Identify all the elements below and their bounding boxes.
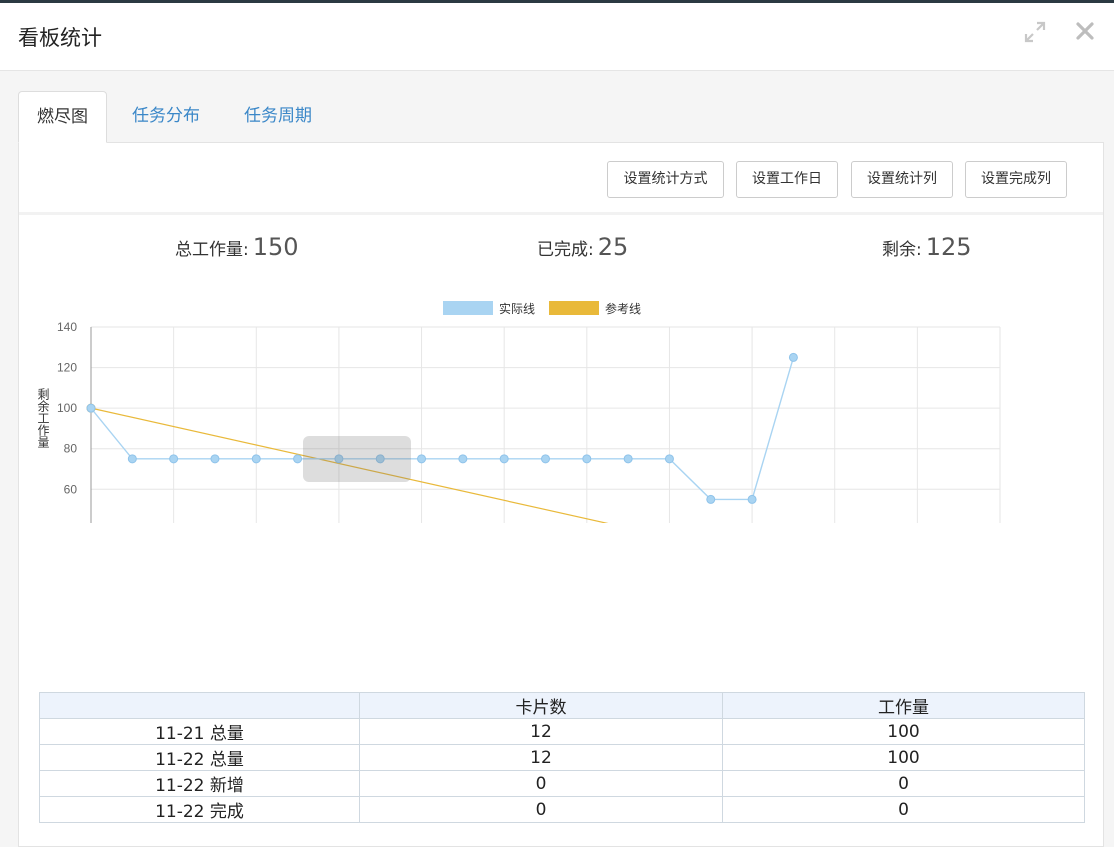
legend-swatch-actual xyxy=(443,301,493,315)
table-cell: 0 xyxy=(359,796,723,823)
table-header-cell xyxy=(39,692,360,719)
table-cell: 12 xyxy=(359,744,723,771)
y-tick-label: 60 xyxy=(64,482,78,496)
actual-point xyxy=(747,494,757,504)
burndown-chart: 02040608010012014002023-11-062023-11-082… xyxy=(36,301,1001,523)
table-cell: 0 xyxy=(359,770,723,797)
actual-point xyxy=(86,403,96,413)
actual-point xyxy=(664,454,674,464)
table-row: 11-21 总量 12 100 xyxy=(39,718,1085,745)
actual-line xyxy=(90,357,795,501)
table-cell: 11-22 总量 xyxy=(39,744,360,771)
tooltip-box xyxy=(303,436,411,482)
close-icon[interactable] xyxy=(1075,21,1095,41)
legend-label-reference: 参考线 xyxy=(605,301,641,316)
table-cell: 0 xyxy=(722,796,1085,823)
modal-title: 看板统计 xyxy=(18,26,102,50)
table-cell: 11-22 完成 xyxy=(39,796,360,823)
board-stats-modal: 看板统计 燃尽图 任务分布 任务周期 设置统计方式 设置工作日 设置统计列 设置… xyxy=(0,3,1114,847)
y-axis-title: 剩余工作量 xyxy=(36,387,50,447)
table-cell: 100 xyxy=(722,744,1085,771)
y-tick-label: 120 xyxy=(57,361,77,375)
expand-icon[interactable] xyxy=(1024,21,1046,43)
actual-point xyxy=(293,454,303,464)
summary-table: 卡片数 工作量 11-21 总量 12 100 11-22 总量 12 100 … xyxy=(39,692,1085,823)
actual-point xyxy=(169,454,179,464)
actual-point xyxy=(623,454,633,464)
table-row: 11-22 新增 0 0 xyxy=(39,770,1085,797)
legend-label-actual: 实际线 xyxy=(499,301,535,316)
burndown-panel: 设置统计方式 设置工作日 设置统计列 设置完成列 总工作量: 150 已完成: 25… xyxy=(18,142,1104,847)
table-row: 11-22 总量 12 100 xyxy=(39,744,1085,771)
table-cell: 100 xyxy=(722,718,1085,745)
table-cell: 12 xyxy=(359,718,723,745)
actual-point xyxy=(127,454,137,464)
y-tick-label: 140 xyxy=(57,320,77,334)
modal-header: 看板统计 xyxy=(0,3,1114,71)
tab-burndown[interactable]: 燃尽图 xyxy=(18,91,107,143)
actual-point xyxy=(541,454,550,464)
table-cell: 11-22 新增 xyxy=(39,770,360,797)
actual-point xyxy=(706,494,716,504)
tab-task-distribution[interactable]: 任务分布 xyxy=(114,91,218,143)
actual-point xyxy=(251,454,261,464)
actual-point xyxy=(499,454,509,464)
actual-point xyxy=(417,454,427,464)
actual-point xyxy=(582,454,592,464)
actual-point xyxy=(458,454,468,464)
reference-line xyxy=(90,407,609,523)
table-header-row: 卡片数 工作量 xyxy=(39,692,1085,719)
table-row: 11-22 完成 0 0 xyxy=(39,796,1085,823)
table-header-cell: 卡片数 xyxy=(359,692,723,719)
y-tick-label: 100 xyxy=(57,401,77,415)
actual-point xyxy=(788,352,798,362)
y-tick-label: 80 xyxy=(64,442,78,456)
tab-task-cycle[interactable]: 任务周期 xyxy=(226,91,330,143)
actual-point xyxy=(210,454,220,464)
table-cell: 0 xyxy=(722,770,1085,797)
table-header-cell: 工作量 xyxy=(722,692,1085,719)
legend-swatch-reference xyxy=(549,301,599,315)
table-cell: 11-21 总量 xyxy=(39,718,360,745)
